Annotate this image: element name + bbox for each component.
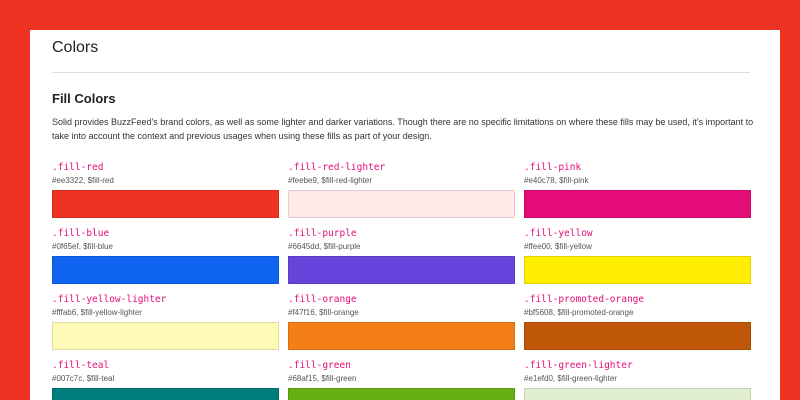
swatch-card: .fill-red #ee3322, $fill-red	[52, 162, 279, 218]
swatch-meta: #f47f16, $fill-orange	[288, 308, 359, 317]
swatch-meta: #6645dd, $fill-purple	[288, 242, 361, 251]
swatch-class-name: .fill-yellow-lighter	[52, 294, 167, 305]
swatch-color-box	[524, 322, 751, 350]
swatch-card: .fill-pink #e40c78, $fill-pink	[524, 162, 751, 218]
swatch-class-name: .fill-orange	[288, 294, 357, 305]
swatch-color-box	[52, 190, 279, 218]
page-title: Colors	[52, 39, 99, 56]
swatch-card: .fill-green-lighter #e1efd0, $fill-green…	[524, 360, 751, 400]
swatch-class-name: .fill-red	[52, 162, 104, 173]
swatch-meta: #e1efd0, $fill-green-lighter	[524, 374, 617, 383]
section-description: Solid provides BuzzFeed's brand colors, …	[52, 117, 754, 141]
swatch-meta: #bf5608, $fill-promoted-orange	[524, 308, 634, 317]
swatch-class-name: .fill-pink	[524, 162, 582, 173]
section-title: Fill Colors	[52, 91, 116, 106]
swatch-color-box	[52, 388, 279, 400]
swatch-card: .fill-red-lighter #feebe9, $fill-red-lig…	[288, 162, 515, 218]
swatch-meta: #ee3322, $fill-red	[52, 176, 114, 185]
swatch-class-name: .fill-purple	[288, 228, 357, 239]
swatch-grid: .fill-red #ee3322, $fill-red .fill-red-l…	[52, 162, 752, 400]
swatch-card: .fill-green #68af15, $fill-green	[288, 360, 515, 400]
swatch-class-name: .fill-yellow	[524, 228, 593, 239]
title-divider	[52, 72, 750, 73]
swatch-card: .fill-purple #6645dd, $fill-purple	[288, 228, 515, 284]
swatch-meta: #feebe9, $fill-red-lighter	[288, 176, 373, 185]
swatch-card: .fill-blue #0f65ef, $fill-blue	[52, 228, 279, 284]
swatch-color-box	[524, 388, 751, 400]
swatch-color-box	[288, 190, 515, 218]
swatch-color-box	[524, 190, 751, 218]
swatch-color-box	[288, 388, 515, 400]
swatch-card: .fill-yellow-lighter #fffab6, $fill-yell…	[52, 294, 279, 350]
swatch-meta: #68af15, $fill-green	[288, 374, 357, 383]
swatch-card: .fill-promoted-orange #bf5608, $fill-pro…	[524, 294, 751, 350]
swatch-color-box	[52, 256, 279, 284]
swatch-card: .fill-orange #f47f16, $fill-orange	[288, 294, 515, 350]
swatch-color-box	[52, 322, 279, 350]
swatch-meta: #e40c78, $fill-pink	[524, 176, 589, 185]
swatch-meta: #0f65ef, $fill-blue	[52, 242, 113, 251]
swatch-card: .fill-yellow #ffee00, $fill-yellow	[524, 228, 751, 284]
swatch-class-name: .fill-green	[288, 360, 351, 371]
swatch-card: .fill-teal #007c7c, $fill-teal	[52, 360, 279, 400]
swatch-meta: #ffee00, $fill-yellow	[524, 242, 592, 251]
swatch-meta: #007c7c, $fill-teal	[52, 374, 115, 383]
swatch-color-box	[288, 256, 515, 284]
swatch-color-box	[524, 256, 751, 284]
swatch-meta: #fffab6, $fill-yellow-lighter	[52, 308, 142, 317]
swatch-class-name: .fill-red-lighter	[288, 162, 386, 173]
swatch-class-name: .fill-green-lighter	[524, 360, 633, 371]
swatch-class-name: .fill-teal	[52, 360, 110, 371]
swatch-class-name: .fill-promoted-orange	[524, 294, 645, 305]
swatch-color-box	[288, 322, 515, 350]
swatch-class-name: .fill-blue	[52, 228, 110, 239]
content-page: Colors Fill Colors Solid provides BuzzFe…	[30, 30, 780, 400]
